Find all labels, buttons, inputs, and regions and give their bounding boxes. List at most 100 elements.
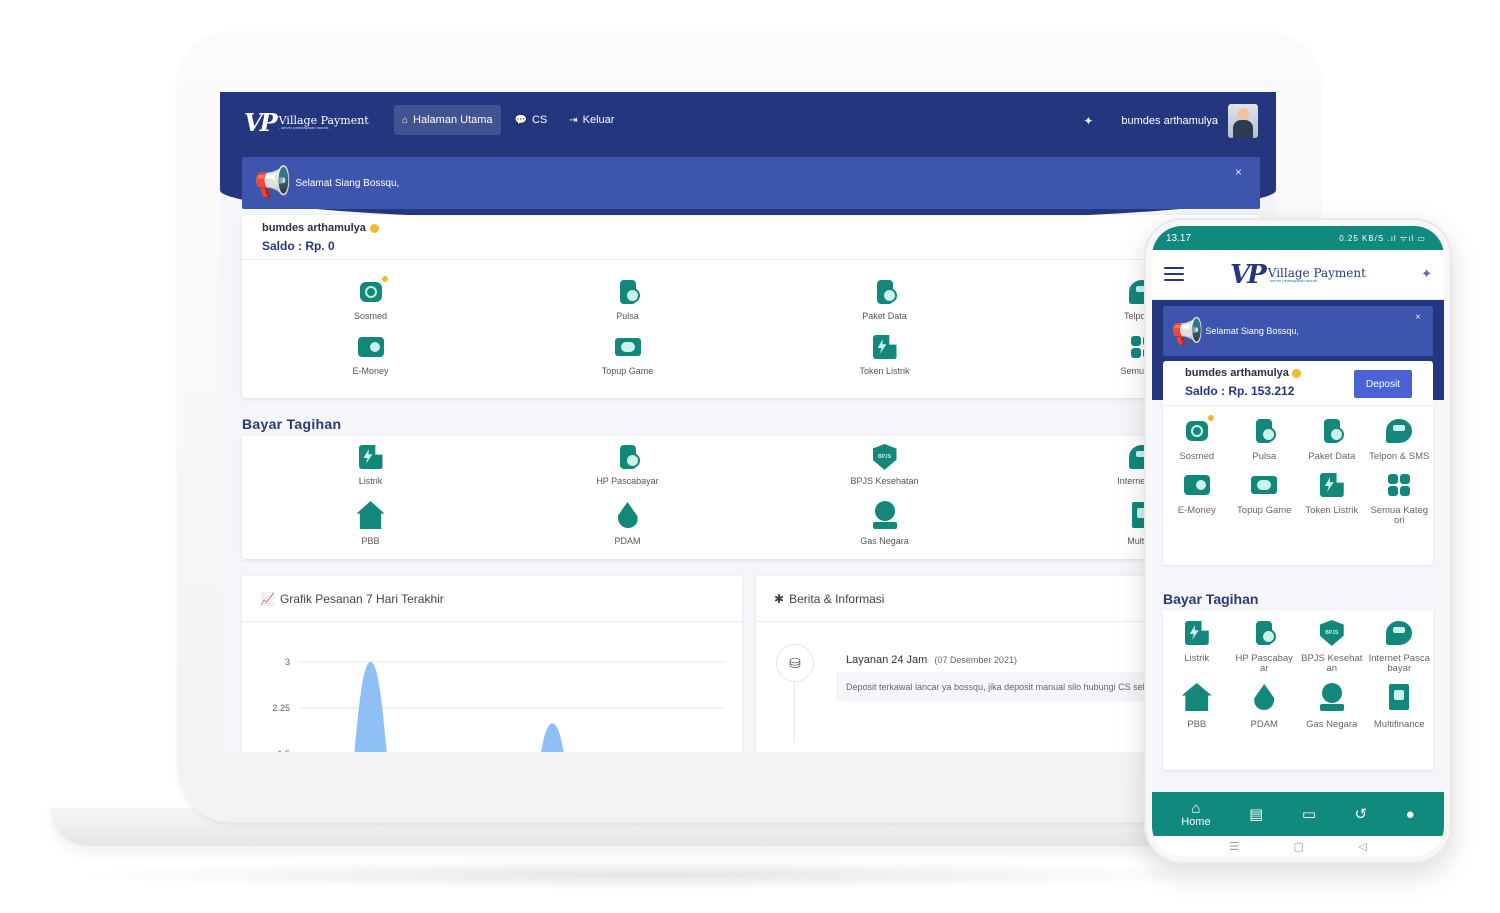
bill-hp-pascabayar[interactable]: HP Pascabayar: [499, 444, 756, 486]
bug-icon: ✱: [774, 591, 785, 606]
tab-history[interactable]: ↺: [1355, 807, 1368, 822]
bill-listrik[interactable]: Listrik: [242, 444, 499, 486]
bill-listrik[interactable]: Listrik: [1163, 618, 1231, 674]
brand-tagline: - server pembayaran murah -: [278, 125, 331, 130]
bpjs-icon: BPJS: [872, 444, 897, 470]
close-icon[interactable]: ×: [1235, 165, 1242, 179]
avatar[interactable]: [1228, 104, 1258, 138]
product-label: E-Money: [1177, 504, 1216, 516]
nav-halaman-utama[interactable]: ⌂ Halaman Utama: [394, 105, 501, 135]
diamond-icon[interactable]: ✦: [1421, 266, 1432, 282]
account-name: bumdes arthamulya: [262, 222, 379, 234]
product-sosmed[interactable]: Sosmed: [1163, 415, 1231, 462]
user-name: bumdes arthamulya: [1121, 115, 1218, 127]
product-label: Semua Kategori: [1370, 504, 1429, 526]
tab-home[interactable]: ⌂ Home: [1181, 801, 1210, 828]
chart-area-peak: [354, 662, 387, 752]
bill-internet[interactable]: Internet Pascabayar: [1366, 618, 1434, 674]
product-label: Pulsa: [616, 311, 639, 321]
camera-icon: [359, 276, 388, 302]
product-semua-kategori[interactable]: Semua Kategori: [1366, 470, 1434, 526]
bill-pdam[interactable]: PDAM: [1231, 680, 1299, 730]
nav-keluar[interactable]: ⇥ Keluar: [561, 105, 622, 135]
hamburger-menu-icon[interactable]: [1164, 267, 1184, 281]
verified-badge-icon: [1291, 368, 1301, 378]
status-bar: 13.17 0.25 KB/S .ıl ᯤıl ▭: [1152, 226, 1444, 250]
product-telpon-sms[interactable]: Telpon & SMS: [1366, 416, 1434, 462]
product-sosmed[interactable]: Sosmed: [242, 276, 499, 321]
product-pulsa[interactable]: Pulsa: [1231, 416, 1299, 462]
product-label: Telpon & SMS: [1369, 451, 1430, 462]
tab-news[interactable]: ▤: [1249, 807, 1263, 822]
chart-area-peak: [541, 723, 564, 752]
bill-gas[interactable]: Gas Negara: [1298, 680, 1366, 730]
product-label: Topup Game: [1237, 504, 1292, 516]
nav-cs[interactable]: 💬 CS: [507, 105, 556, 135]
database-icon: ⛁: [776, 644, 814, 682]
product-e-money[interactable]: E-Money: [242, 334, 499, 376]
account-name-text: bumdes arthamulya: [262, 222, 366, 234]
brand-tagline: - server pembayaran murah -: [1267, 278, 1320, 283]
bill-gas[interactable]: Gas Negara: [756, 500, 1013, 546]
home-button-icon[interactable]: ▢: [1293, 840, 1303, 853]
bill-grid: Listrik HP Pascabayar BPJS BPJS Kesehatan…: [242, 444, 1260, 546]
app-bar: VP Village Payment - server pembayaran m…: [1152, 250, 1444, 300]
news-item-date: (07 Desember 2021): [934, 655, 1017, 665]
product-paket-data[interactable]: Paket Data: [1298, 416, 1366, 462]
system-nav-bar: ☰ ▢ ◁: [1152, 836, 1444, 856]
close-icon[interactable]: ×: [1415, 312, 1421, 323]
phone-screen: 13.17 0.25 KB/S .ıl ᯤıl ▭ VP Village Pay…: [1152, 226, 1444, 856]
brand-logo[interactable]: VP Village Payment - server pembayaran m…: [244, 108, 369, 137]
bolt-icon: [872, 335, 897, 359]
diamond-icon[interactable]: ✦: [1083, 114, 1093, 128]
bill-hp-pascabayar[interactable]: HP Pascabayar: [1231, 618, 1299, 674]
water-drop-icon: [1254, 683, 1275, 710]
chart-card: 📈 Grafik Pesanan 7 Hari Terakhir 3 2.25 1.…: [242, 576, 742, 752]
phone-data-icon: [1323, 419, 1344, 443]
bill-bpjs[interactable]: BPJS BPJS Kesehatan: [756, 444, 1013, 486]
logo-mark: VP: [244, 108, 278, 137]
product-pulsa[interactable]: Pulsa: [499, 279, 756, 321]
main-nav: ⌂ Halaman Utama 💬 CS ⇥ Keluar: [394, 105, 622, 135]
product-grid: Sosmed Pulsa Paket Data Telpon & SMS E-M…: [1163, 415, 1434, 526]
user-menu[interactable]: ✦ bumdes arthamulya: [1083, 104, 1258, 138]
product-paket-data[interactable]: Paket Data: [756, 279, 1013, 321]
bolt-icon: [1319, 472, 1344, 497]
document-icon: [1389, 683, 1410, 710]
bill-label: Listrik: [358, 476, 383, 486]
bottom-nav: ⌂ Home ▤ ▭ ↺ ●: [1152, 792, 1444, 836]
product-e-money[interactable]: E-Money: [1163, 470, 1231, 526]
bill-label: PDAM: [1250, 718, 1278, 730]
bill-label: Gas Negara: [860, 536, 909, 546]
bill-bpjs[interactable]: BPJS BPJS Kesehatan: [1298, 618, 1366, 674]
news-icon: ▤: [1249, 805, 1264, 823]
product-token-listrik[interactable]: Token Listrik: [1298, 470, 1366, 526]
brand-logo[interactable]: VP Village Payment - server pembayaran m…: [1230, 260, 1366, 290]
section-title-bayar-tagihan: Bayar Tagihan: [1163, 591, 1259, 607]
product-token-listrik[interactable]: Token Listrik: [756, 334, 1013, 376]
bill-pbb[interactable]: PBB: [1163, 680, 1231, 730]
deposit-button[interactable]: Deposit: [1354, 370, 1412, 398]
bill-pdam[interactable]: PDAM: [499, 500, 756, 546]
wallet-icon: [1183, 474, 1210, 495]
bill-label: PBB: [1187, 718, 1207, 730]
back-icon[interactable]: ◁: [1358, 840, 1366, 853]
chart-y-tick: 3: [285, 657, 290, 667]
bolt-icon: [1184, 621, 1209, 645]
product-topup-game[interactable]: Topup Game: [499, 334, 756, 376]
gamepad-icon: [614, 338, 641, 356]
bill-multifinance[interactable]: Multifinance: [1366, 680, 1434, 730]
product-label: Topup Game: [601, 366, 654, 376]
internet-icon: [1386, 621, 1413, 645]
account-name-text: bumdes arthamulya: [1185, 367, 1289, 379]
alert-message: Selamat Siang Bossqu,: [1205, 326, 1299, 336]
tab-card[interactable]: ▭: [1302, 807, 1316, 822]
greeting-alert: 📢 Selamat Siang Bossqu, ×: [242, 157, 1260, 209]
product-topup-game[interactable]: Topup Game: [1231, 470, 1299, 526]
product-label: Paket Data: [862, 311, 907, 321]
status-time: 13.17: [1166, 232, 1192, 244]
recent-apps-icon[interactable]: ☰: [1229, 840, 1239, 853]
tab-profile[interactable]: ●: [1406, 807, 1415, 822]
bill-pbb[interactable]: PBB: [242, 500, 499, 546]
product-grid: Sosmed Pulsa Paket Data Telpon & E-Money…: [242, 276, 1260, 376]
